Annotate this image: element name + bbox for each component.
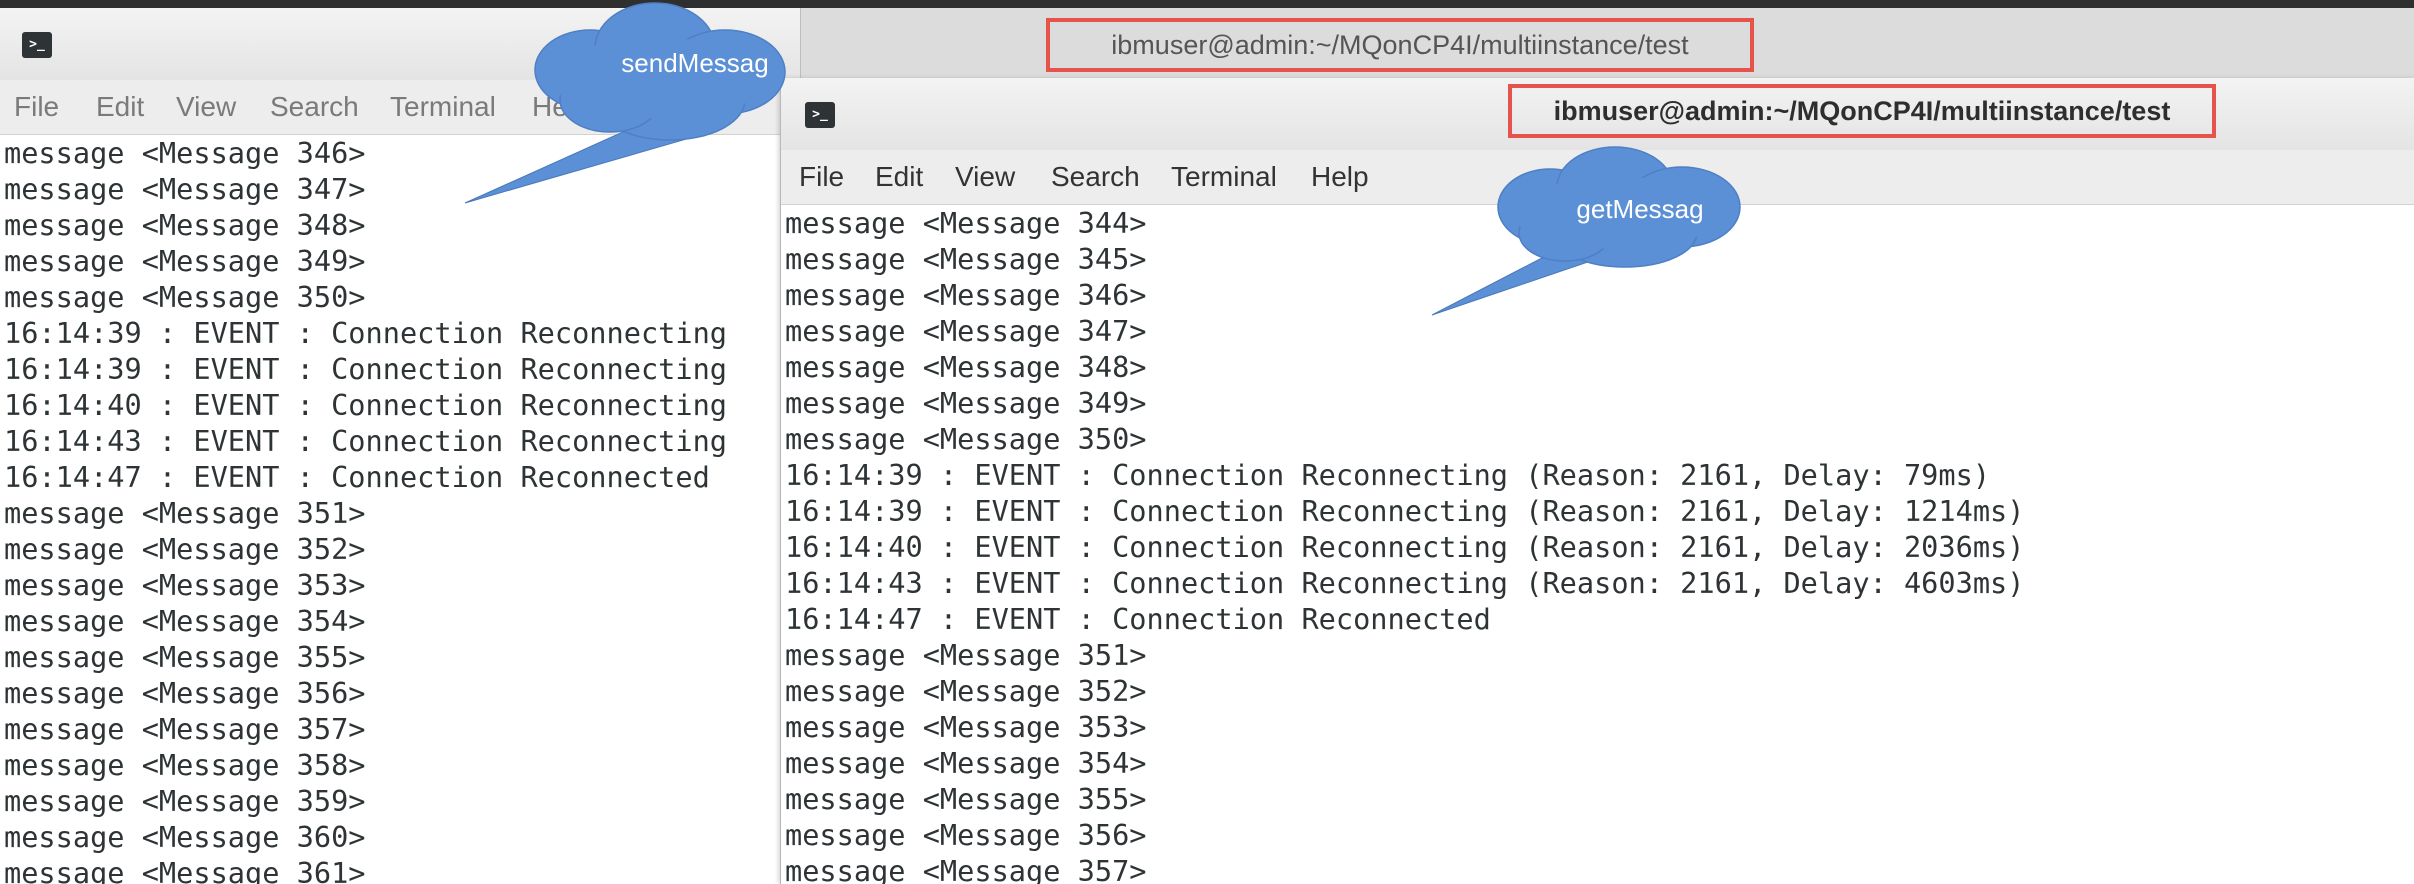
send-terminal-output[interactable]: message <Message 346> message <Message 3…: [0, 135, 800, 884]
menu-file[interactable]: File: [14, 80, 59, 134]
terminal-line: message <Message 358>: [4, 748, 366, 782]
terminal-line: message <Message 350>: [785, 422, 1147, 456]
menu-help[interactable]: Help: [1311, 150, 1369, 204]
terminal-line: message <Message 353>: [785, 710, 1147, 744]
terminal-line: 16:14:39 : EVENT : Connection Reconnecti…: [785, 458, 1991, 492]
terminal-line: message <Message 360>: [4, 820, 366, 854]
terminal-line: message <Message 351>: [785, 638, 1147, 672]
terminal-line: 16:14:39 : EVENT : Connection Reconnecti…: [4, 352, 728, 386]
terminal-line: message <Message 348>: [785, 350, 1147, 384]
terminal-icon: >_: [22, 32, 52, 58]
terminal-line: message <Message 361>: [4, 856, 366, 884]
terminal-line: message <Message 352>: [4, 532, 366, 566]
terminal-line: message <Message 355>: [4, 640, 366, 674]
terminal-line: message <Message 359>: [4, 784, 366, 818]
terminal-line: 16:14:40 : EVENT : Connection Reconnecti…: [4, 388, 728, 422]
terminal-line: message <Message 349>: [785, 386, 1147, 420]
menu-view[interactable]: View: [176, 80, 236, 134]
terminal-line: message <Message 354>: [4, 604, 366, 638]
menu-search[interactable]: Search: [1051, 150, 1140, 204]
send-window-title: ibmuser@admin:~/MQonCP4I/multiinstance/t…: [1046, 18, 1754, 72]
terminal-line: message <Message 350>: [4, 280, 366, 314]
desktop-top-strip: [0, 0, 2414, 8]
terminal-line: message <Message 356>: [4, 676, 366, 710]
terminal-line: 16:14:39 : EVENT : Connection Reconnecti…: [785, 494, 2025, 528]
terminal-line: message <Message 355>: [785, 782, 1147, 816]
get-window-title: ibmuser@admin:~/MQonCP4I/multiinstance/t…: [1508, 84, 2216, 138]
terminal-line: 16:14:40 : EVENT : Connection Reconnecti…: [785, 530, 2025, 564]
get-callout-label: getMessag: [1576, 194, 1704, 224]
send-callout-label: sendMessag: [621, 48, 769, 78]
get-callout: [1431, 146, 1741, 316]
menu-view[interactable]: View: [955, 150, 1015, 204]
terminal-line: message <Message 357>: [4, 712, 366, 746]
terminal-line: 16:14:39 : EVENT : Connection Reconnecti…: [4, 316, 728, 350]
menu-edit[interactable]: Edit: [96, 80, 144, 134]
terminal-line: message <Message 351>: [4, 496, 366, 530]
terminal-line: 16:14:43 : EVENT : Connection Reconnecti…: [785, 566, 2025, 600]
menu-terminal[interactable]: Terminal: [1171, 150, 1277, 204]
terminal-line: 16:14:43 : EVENT : Connection Reconnecti…: [4, 424, 728, 458]
get-title-bar[interactable]: >_ ibmuser@admin:~/MQonCP4I/multiinstanc…: [781, 78, 2414, 151]
terminal-line: message <Message 356>: [785, 818, 1147, 852]
terminal-line: message <Message 357>: [785, 854, 1147, 884]
menu-search[interactable]: Search: [270, 80, 359, 134]
terminal-line: message <Message 354>: [785, 746, 1147, 780]
terminal-line: message <Message 352>: [785, 674, 1147, 708]
terminal-line: message <Message 349>: [4, 244, 366, 278]
menu-edit[interactable]: Edit: [875, 150, 923, 204]
terminal-line: 16:14:47 : EVENT : Connection Reconnecte…: [785, 602, 1491, 636]
send-callout: [464, 2, 786, 204]
terminal-line: 16:14:47 : EVENT : Connection Reconnecte…: [4, 460, 710, 494]
terminal-line: message <Message 353>: [4, 568, 366, 602]
